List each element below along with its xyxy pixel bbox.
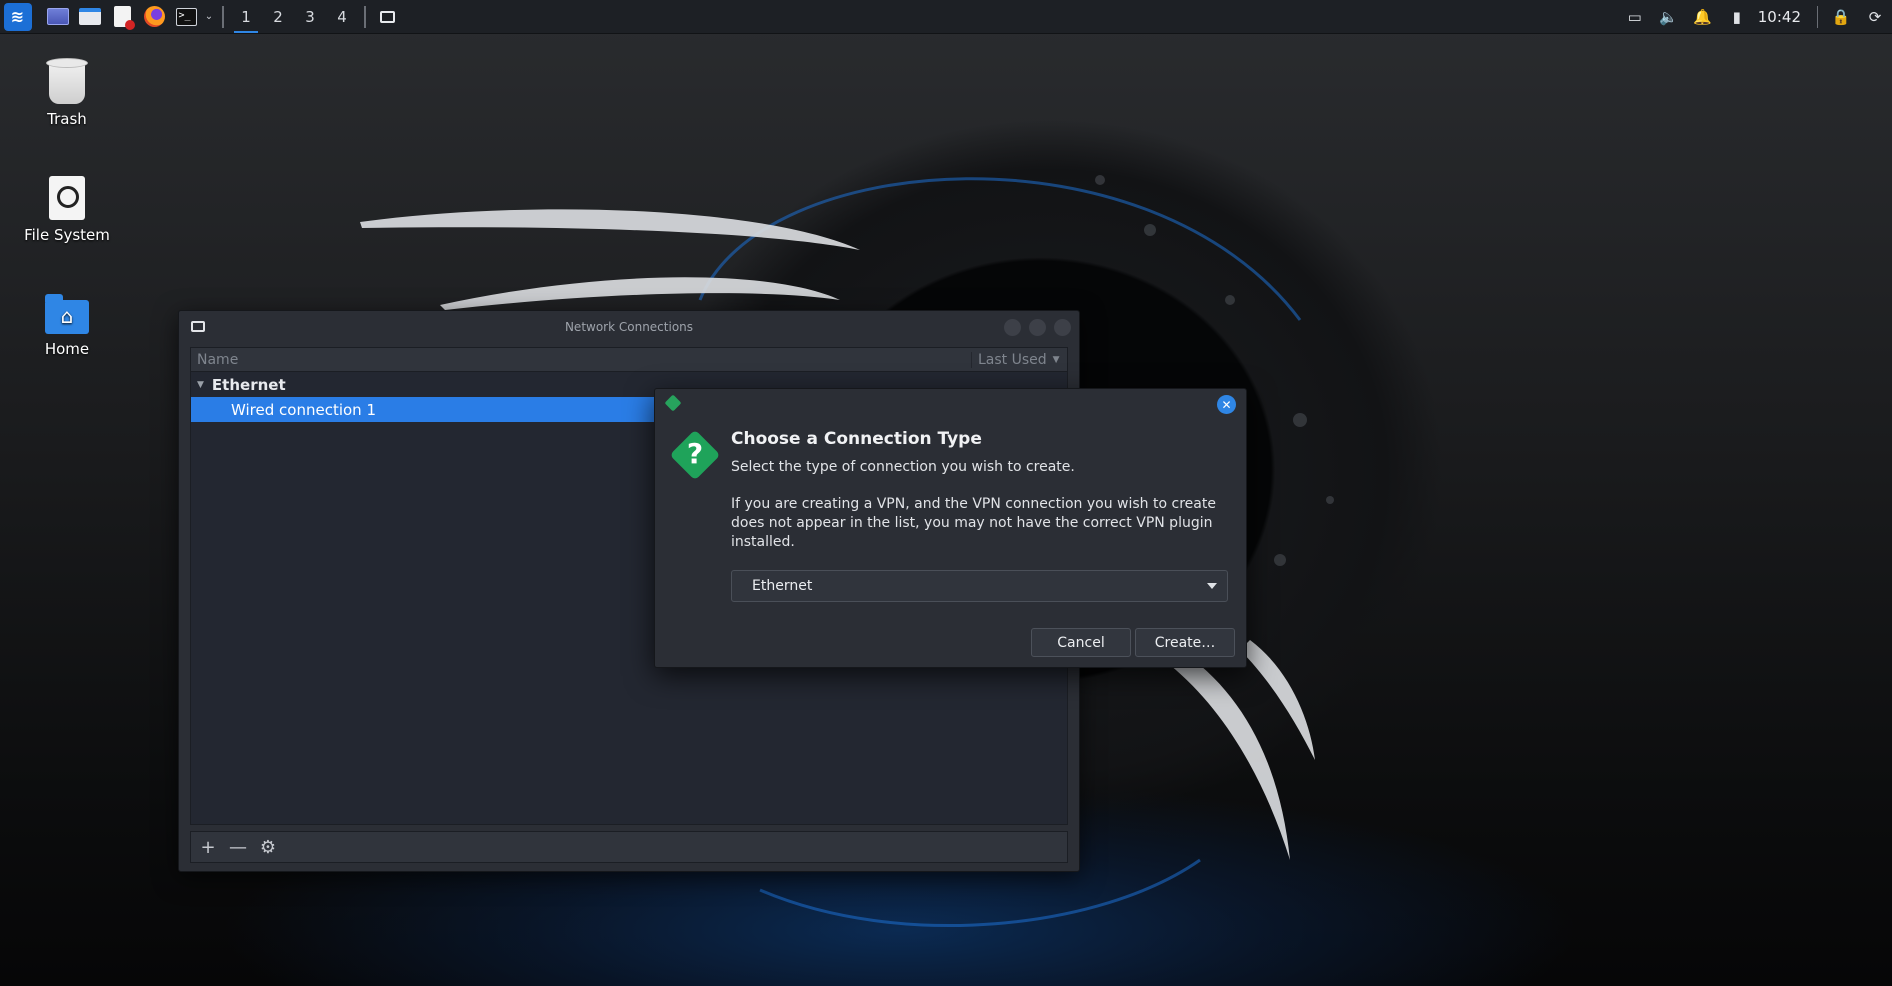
text-editor-icon[interactable] (106, 0, 138, 34)
choose-connection-type-dialog: ✕ ? Choose a Connection Type Select the … (654, 388, 1247, 668)
panel-separator (364, 5, 366, 28)
column-header-name[interactable]: Name (191, 352, 971, 368)
connection-type-value: Ethernet (752, 578, 813, 594)
dialog-info-text: If you are creating a VPN, and the VPN c… (731, 496, 1216, 550)
volume-icon[interactable]: 🔈 (1652, 0, 1686, 34)
workspace-3[interactable]: 3 (294, 0, 326, 34)
maximize-button[interactable] (1029, 319, 1046, 336)
question-icon-small (664, 394, 682, 412)
create-button[interactable]: Create… (1135, 628, 1235, 657)
workspace-4[interactable]: 4 (326, 0, 358, 34)
desktop-icon-file-system[interactable]: File System (12, 176, 122, 244)
logout-icon[interactable]: ⟳ (1858, 0, 1892, 34)
drive-icon (49, 176, 85, 220)
column-header-last-used[interactable]: Last Used ▼ (971, 351, 1067, 368)
list-header: Name Last Used ▼ (191, 348, 1067, 372)
desktop-icon-label: File System (24, 226, 110, 244)
minimize-button[interactable] (1004, 319, 1021, 336)
add-connection-button[interactable]: + (195, 834, 221, 860)
desktop-icon-label: Trash (47, 110, 87, 128)
panel-separator (1817, 5, 1818, 28)
dialog-close-button[interactable]: ✕ (1217, 395, 1236, 414)
window-title: Network Connections (564, 320, 694, 334)
desktop-icon-trash[interactable]: Trash (12, 58, 122, 128)
kali-menu-icon[interactable]: ≋ (0, 0, 32, 34)
show-desktop-icon[interactable] (42, 0, 74, 34)
close-button[interactable] (1054, 319, 1071, 336)
desktop-icon-home[interactable]: Home (12, 292, 122, 358)
display-icon[interactable]: ▭ (1618, 0, 1652, 34)
connection-type-select[interactable]: Ethernet (731, 570, 1228, 602)
notification-bell-icon[interactable]: 🔔 (1686, 0, 1720, 34)
file-manager-icon[interactable] (74, 0, 106, 34)
window-icon (191, 321, 205, 332)
workspace-2[interactable]: 2 (262, 0, 294, 34)
top-panel: ≋ >_ ⌄ 1 2 3 4 ▭ 🔈 🔔 ▮ 10:42 🔒 ⟳ (0, 0, 1892, 34)
chevron-down-icon[interactable]: ⌄ (202, 0, 216, 34)
home-folder-icon (45, 294, 89, 334)
question-mark-glyph: ? (686, 437, 704, 470)
list-toolbar: + — ⚙ (190, 831, 1068, 863)
dialog-heading: Choose a Connection Type (731, 429, 982, 449)
column-header-last-used-label: Last Used (978, 351, 1047, 368)
terminal-icon[interactable]: >_ (170, 0, 202, 34)
firefox-icon[interactable] (138, 0, 170, 34)
remove-connection-button[interactable]: — (225, 834, 251, 860)
window-button-icon[interactable] (380, 10, 395, 23)
expand-arrow-icon[interactable]: ▼ (197, 380, 204, 390)
clock[interactable]: 10:42 (1754, 8, 1811, 26)
sort-arrow-icon: ▼ (1052, 354, 1060, 365)
cancel-button[interactable]: Cancel (1031, 628, 1131, 657)
trash-icon (46, 58, 88, 104)
dialog-titlebar[interactable]: ✕ (655, 389, 1246, 417)
panel-separator (222, 5, 224, 28)
dropdown-arrow-icon (1207, 583, 1217, 589)
lock-icon[interactable]: 🔒 (1824, 0, 1858, 34)
dialog-subtitle: Select the type of connection you wish t… (731, 459, 1075, 475)
battery-icon[interactable]: ▮ (1720, 0, 1754, 34)
settings-gear-button[interactable]: ⚙ (255, 834, 281, 860)
connection-label: Wired connection 1 (231, 400, 376, 419)
workspace-1[interactable]: 1 (230, 0, 262, 34)
group-label: Ethernet (211, 375, 286, 394)
window-titlebar[interactable]: Network Connections (179, 311, 1079, 343)
desktop-icon-label: Home (44, 340, 90, 358)
